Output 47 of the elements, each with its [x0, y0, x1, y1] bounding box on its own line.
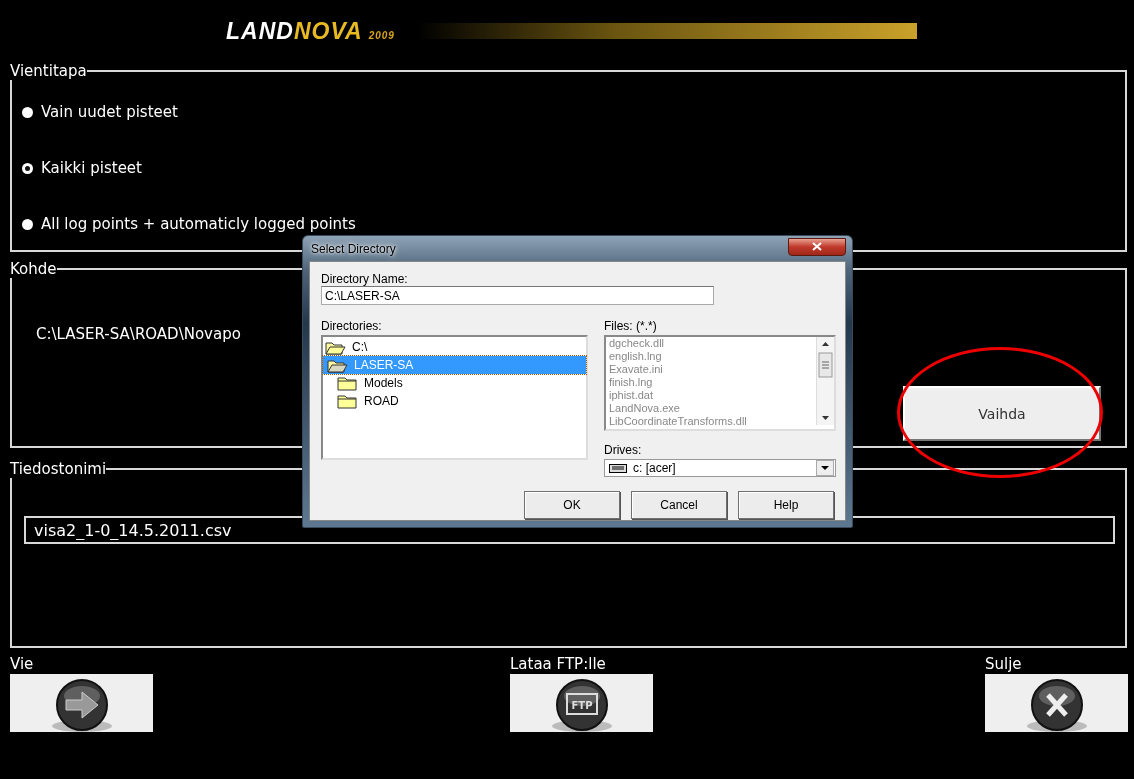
directory-name-field[interactable]: C:\LASER-SA — [321, 286, 714, 305]
folder-icon — [327, 357, 348, 373]
file-item: dgcheck.dll — [609, 337, 666, 350]
app-logo: LANDNOVA 2009 — [226, 17, 395, 45]
folder-icon — [337, 375, 358, 391]
group-title: Kohde — [10, 260, 57, 278]
dialog-title: Select Directory — [310, 241, 396, 256]
radio-button[interactable] — [22, 218, 33, 230]
action-button[interactable] — [10, 674, 153, 732]
file-item: LandNova.exe — [609, 402, 681, 415]
radio-button[interactable] — [22, 162, 33, 174]
scrollbar[interactable] — [816, 337, 834, 425]
file-item: finish.lng — [609, 376, 654, 389]
action-label: Lataa FTP:lle — [510, 654, 606, 674]
field-label: Files: (*.*) — [604, 319, 658, 333]
action-label: Sulje — [985, 654, 1022, 674]
radio-label[interactable]: Vain uudet pisteet — [41, 103, 178, 121]
group-title: Vientitapa — [10, 62, 87, 80]
radio-button[interactable] — [22, 106, 33, 118]
field-label: Directories: — [321, 319, 383, 333]
file-item: english.lng — [609, 350, 663, 363]
caret-icon — [821, 466, 829, 470]
action-button[interactable]: FTP — [510, 674, 653, 732]
drive-icon — [609, 463, 627, 473]
close-icon — [812, 242, 822, 251]
field-label: Drives: — [604, 443, 643, 457]
change-button[interactable]: Vaihda — [903, 386, 1101, 441]
close-button[interactable] — [788, 237, 846, 256]
dialog-button[interactable]: Help — [738, 491, 834, 519]
dialog-button[interactable]: Cancel — [631, 491, 727, 519]
action-button[interactable] — [985, 674, 1128, 732]
file-item: iphist.dat — [609, 389, 655, 402]
target-path: C:\LASER-SA\ROAD\Novapo — [36, 325, 241, 345]
file-item: Exavate.ini — [609, 363, 664, 376]
radio-label[interactable]: Kaikki pisteet — [41, 159, 142, 177]
directory-item[interactable]: ROAD — [323, 392, 586, 410]
radio-label[interactable]: All log points + automaticly logged points — [41, 215, 356, 233]
group-title: Tiedostonimi — [10, 460, 107, 478]
action-label: Vie — [10, 654, 34, 674]
field-label: Directory Name: — [321, 272, 409, 286]
directory-item[interactable]: Models — [323, 374, 586, 392]
dialog-button[interactable]: OK — [524, 491, 620, 519]
directory-item[interactable]: C:\ — [323, 338, 586, 356]
file-item: LibCoordinateTransforms.dll — [609, 415, 748, 428]
drive-dropdown[interactable]: c: [acer] — [604, 459, 836, 477]
folder-icon — [325, 339, 346, 355]
folder-icon — [337, 393, 358, 409]
